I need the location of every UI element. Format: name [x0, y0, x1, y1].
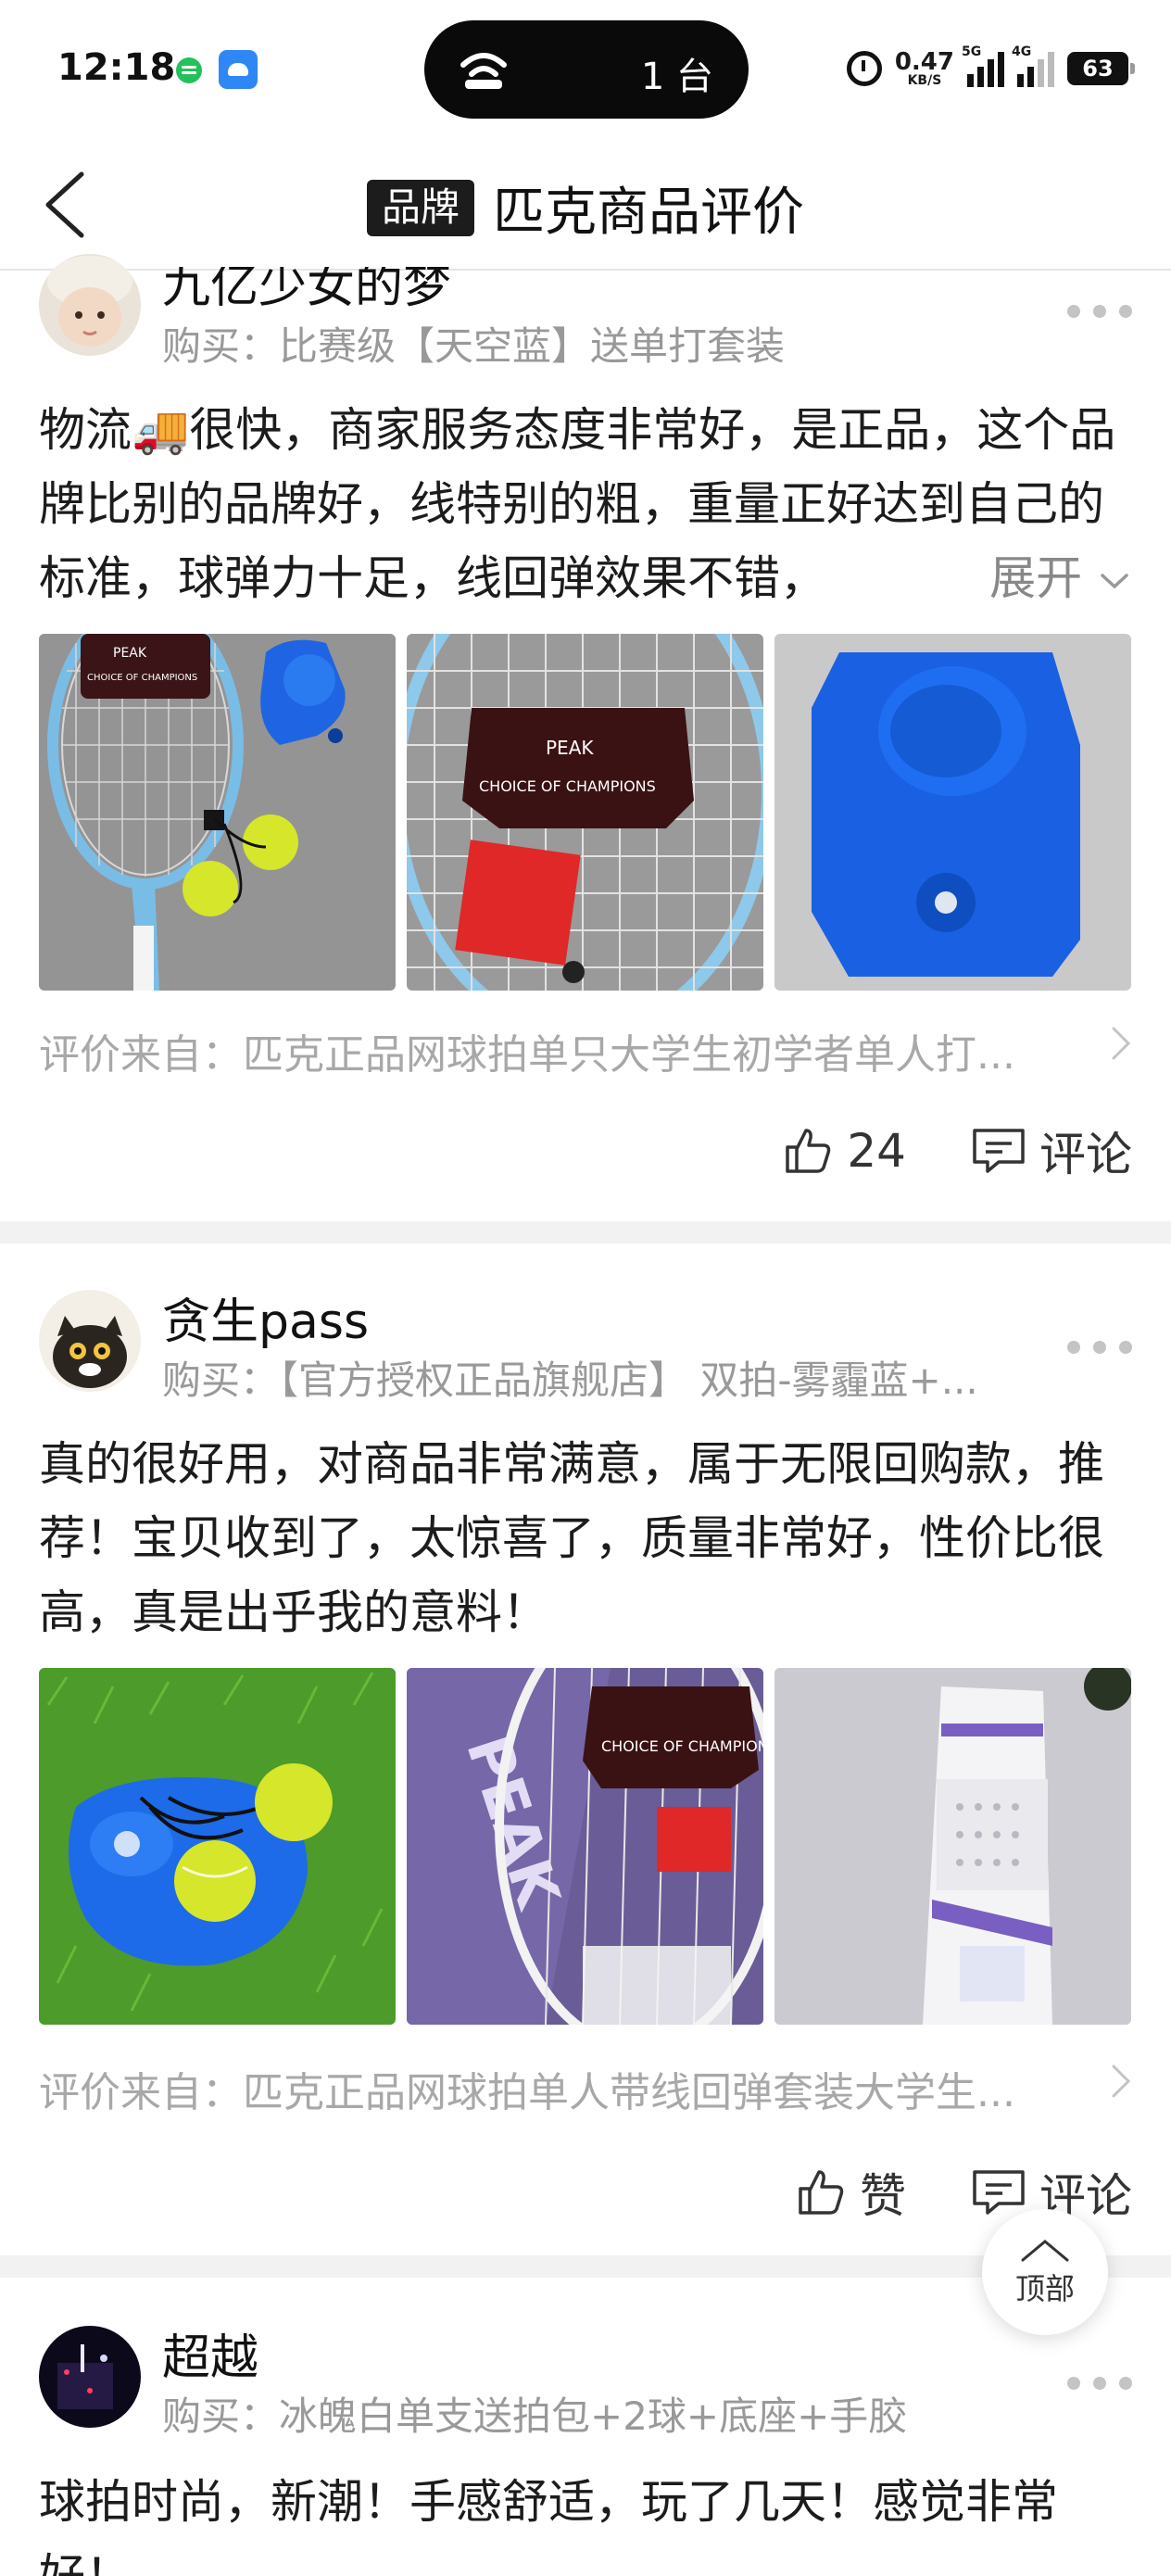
review-actions: 赞 评论: [795, 2159, 1132, 2226]
photo-grip-package: [774, 1668, 1131, 2025]
net-speed: 0.47 KB/S: [895, 50, 954, 87]
section-divider: [0, 1221, 1171, 1244]
back-to-top-label: 顶部: [1014, 2271, 1075, 2306]
avatar[interactable]: [39, 2326, 141, 2428]
chevron-right-icon[interactable]: [1108, 1023, 1134, 1064]
dot-icon: [1093, 1341, 1106, 1354]
expand-button[interactable]: 展开: [934, 541, 1132, 608]
signal-5g-icon: 5G: [962, 44, 1004, 87]
messaging-app-icon: [176, 57, 202, 83]
avatar-night-image: [39, 2326, 141, 2428]
photo-racket-closeup: PEAK CHOICE OF CHAMPIONS: [407, 634, 763, 991]
chevron-up-icon: [1021, 2240, 1069, 2262]
thumbs-up-icon: [786, 1129, 831, 1173]
purchase-spec: 购买：比赛级【天空蓝】送单打套装: [162, 323, 786, 369]
chevron-down-icon: [1101, 573, 1128, 588]
dot-icon: [1093, 2377, 1106, 2390]
more-options-button[interactable]: [1067, 2372, 1132, 2394]
dot-icon: [1067, 305, 1080, 318]
photo-trainer-base: [774, 634, 1131, 991]
username[interactable]: 贪生pass: [162, 1282, 369, 1352]
review-photo[interactable]: [774, 1668, 1131, 2025]
dot-icon: [1067, 2377, 1080, 2390]
like-button[interactable]: 赞: [795, 2159, 906, 2226]
back-to-top-button[interactable]: 顶部: [982, 2209, 1108, 2335]
review-actions: 24 评论: [782, 1118, 1132, 1184]
photo-racket-trainer: PEAK CHOICE OF CHAMPIONS: [39, 634, 396, 991]
review-photos: PEAK CHOICE OF CHAMPIONS: [39, 1668, 1131, 2025]
page-title: 匹克商品评价: [493, 183, 804, 243]
signal-5g-label: 5G: [962, 44, 982, 59]
dot-icon: [1093, 305, 1106, 318]
like-button[interactable]: 24: [782, 1124, 906, 1178]
avatar-baby-image: [39, 254, 141, 356]
dot-icon: [1119, 305, 1132, 318]
photo-text-coc: CHOICE OF CHAMPIONS: [87, 673, 197, 683]
review-photo[interactable]: [774, 634, 1131, 991]
comment-icon: [973, 2170, 1025, 2215]
comment-button[interactable]: 评论: [971, 1118, 1132, 1184]
purchase-spec: 购买：【官方授权正品旗舰店】 双拍-雾霾蓝+...: [162, 1357, 978, 1403]
signal-4g-label: 4G: [1012, 44, 1032, 59]
more-options-button[interactable]: [1067, 1336, 1132, 1358]
photo-text-peak: PEAK: [113, 646, 147, 661]
comment-icon: [973, 1129, 1025, 1173]
net-speed-value: 0.47: [894, 48, 954, 76]
review-source[interactable]: 评价来自：匹克正品网球拍单人带线回弹套装大学生...: [39, 2059, 1058, 2118]
review-card: 九亿少女的梦 购买：比赛级【天空蓝】送单打套装 物流🚚很快，商家服务态度非常好，…: [0, 254, 1171, 1219]
dot-icon: [1119, 1341, 1132, 1354]
review-text[interactable]: 真的很好用，对商品非常满意，属于无限回购款，推荐！宝贝收到了，太惊喜了，质量非常…: [39, 1427, 1132, 1649]
alarm-icon: [846, 51, 882, 86]
status-right-group: 0.47 KB/S 5G 4G 63: [846, 44, 1135, 93]
title-wrap: 品牌 匹克商品评价: [0, 170, 1171, 246]
status-time: 12:18: [57, 46, 176, 89]
dot-icon: [1119, 2377, 1132, 2390]
review-photo[interactable]: PEAK CHOICE OF CHAMPIONS: [39, 634, 396, 991]
purchase-spec: 购买：冰魄白单支送拍包+2球+底座+手胶: [162, 2393, 908, 2439]
like-count: 24: [847, 1124, 906, 1178]
comment-label: 评论: [1039, 1128, 1132, 1181]
review-photo[interactable]: PEAK CHOICE OF CHAMPIONS: [407, 1668, 763, 2025]
photo-trainer-grass: [39, 1668, 396, 2025]
page-header: 品牌 匹克商品评价: [0, 139, 1171, 271]
hotspot-icon: [460, 53, 507, 89]
avatar[interactable]: [39, 1290, 141, 1392]
battery-icon: 63: [1067, 52, 1135, 85]
signal-4g-icon: 4G: [1012, 44, 1054, 87]
net-speed-unit: KB/S: [907, 73, 942, 88]
review-photos: PEAK CHOICE OF CHAMPIONS: [39, 634, 1131, 991]
photo-text-peak: PEAK: [546, 737, 594, 759]
username[interactable]: 超越: [162, 2318, 258, 2388]
review-source[interactable]: 评价来自：匹克正品网球拍单只大学生初学者单人打...: [39, 1021, 1058, 1080]
brand-badge: 品牌: [366, 180, 474, 236]
avatar[interactable]: [39, 254, 141, 356]
avatar-cat-image: [39, 1290, 141, 1392]
more-options-button[interactable]: [1067, 300, 1132, 322]
android-app-icon: [219, 50, 258, 89]
review-card: 贪生pass 购买：【官方授权正品旗舰店】 双拍-雾霾蓝+... 真的很好用，对…: [0, 1244, 1171, 2255]
photo-racket-bag: PEAK CHOICE OF CHAMPIONS: [407, 1668, 763, 2025]
chevron-right-icon[interactable]: [1108, 2061, 1134, 2102]
expand-label: 展开: [989, 551, 1083, 605]
review-photo[interactable]: PEAK CHOICE OF CHAMPIONS: [407, 634, 763, 991]
status-bar: 12:18 1 台 0.47 KB/S 5G 4G 63: [0, 0, 1171, 139]
dynamic-island-pill[interactable]: 1 台: [424, 20, 749, 119]
review-card: 超越 购买：冰魄白单支送拍包+2球+底座+手胶 球拍时尚，新潮！手感舒适，玩了几…: [0, 2278, 1171, 2576]
photo-text-coc: CHOICE OF CHAMPIONS: [479, 777, 656, 795]
like-label: 赞: [860, 2169, 906, 2223]
photo-text-coc: CHOICE OF CHAMPIONS: [601, 1737, 763, 1755]
thumbs-up-icon: [799, 2170, 844, 2215]
review-text[interactable]: 球拍时尚，新潮！手感舒适，玩了几天！感觉非常好！: [39, 2465, 1132, 2576]
dot-icon: [1067, 1341, 1080, 1354]
review-photo[interactable]: [39, 1668, 396, 2025]
pill-device-count: 1 台: [640, 56, 713, 98]
